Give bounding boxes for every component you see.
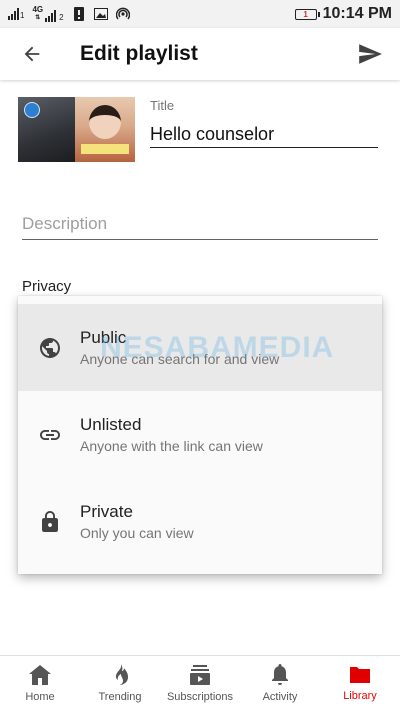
thumbnail-left xyxy=(18,97,75,162)
option-subtitle: Only you can view xyxy=(80,525,194,541)
bell-icon xyxy=(272,664,288,685)
privacy-menu: Public Anyone can search for and view Un… xyxy=(18,296,382,574)
signal-icon xyxy=(8,8,19,20)
image-icon xyxy=(93,7,108,21)
privacy-option-private[interactable]: Private Only you can view xyxy=(18,478,382,565)
app-bar: Edit playlist xyxy=(0,28,400,80)
privacy-option-public[interactable]: Public Anyone can search for and view xyxy=(18,304,382,391)
nav-label: Home xyxy=(25,691,55,703)
nav-library[interactable]: Library xyxy=(320,656,400,711)
battery-icon: 1 xyxy=(294,8,320,20)
lock-icon xyxy=(38,510,62,534)
send-button[interactable] xyxy=(344,28,396,80)
sim2-number: 2 xyxy=(59,13,64,22)
playlist-thumbnail xyxy=(18,97,135,162)
globe-icon xyxy=(38,336,62,360)
network-type: 4G ⇅ xyxy=(32,5,44,22)
title-label: Title xyxy=(150,98,175,113)
title-input[interactable]: Hello counselor xyxy=(150,122,378,148)
nav-label: Activity xyxy=(262,691,298,703)
option-title: Private xyxy=(80,502,133,521)
page-title: Edit playlist xyxy=(80,42,198,65)
folder-icon xyxy=(350,667,370,683)
option-title: Public xyxy=(80,328,127,347)
clock: 10:14 PM xyxy=(322,5,392,22)
nav-trending[interactable]: Trending xyxy=(80,656,160,711)
alert-icon xyxy=(72,7,86,21)
option-title: Unlisted xyxy=(80,415,142,434)
hotspot-icon xyxy=(115,7,130,21)
nav-label: Trending xyxy=(98,691,142,703)
link-icon xyxy=(38,423,62,447)
nav-subscriptions[interactable]: Subscriptions xyxy=(160,656,240,711)
option-subtitle: Anyone with the link can view xyxy=(80,438,263,454)
privacy-label: Privacy xyxy=(22,278,72,295)
privacy-option-unlisted[interactable]: Unlisted Anyone with the link can view xyxy=(18,391,382,478)
sim1-number: 1 xyxy=(20,11,25,20)
nav-home[interactable]: Home xyxy=(0,656,80,711)
thumbnail-right xyxy=(75,97,135,162)
status-bar: 1 4G ⇅ 2 1 10:14 PM xyxy=(0,0,400,28)
back-button[interactable] xyxy=(6,28,58,80)
send-icon xyxy=(359,44,382,64)
signal-icon xyxy=(45,10,57,22)
description-input[interactable]: Description xyxy=(22,212,378,240)
signal-sim2: 4G ⇅ 2 xyxy=(32,5,64,22)
bottom-nav: Home Trending Subscriptions Activity Lib… xyxy=(0,655,400,711)
flame-icon xyxy=(115,664,128,685)
nav-activity[interactable]: Activity xyxy=(240,656,320,711)
home-icon xyxy=(29,665,51,685)
option-subtitle: Anyone can search for and view xyxy=(80,351,280,367)
nav-label: Library xyxy=(343,690,377,702)
subscriptions-icon xyxy=(190,665,210,685)
signal-sim1: 1 xyxy=(8,8,24,20)
nav-label: Subscriptions xyxy=(166,691,234,703)
arrow-back-icon xyxy=(24,46,40,62)
